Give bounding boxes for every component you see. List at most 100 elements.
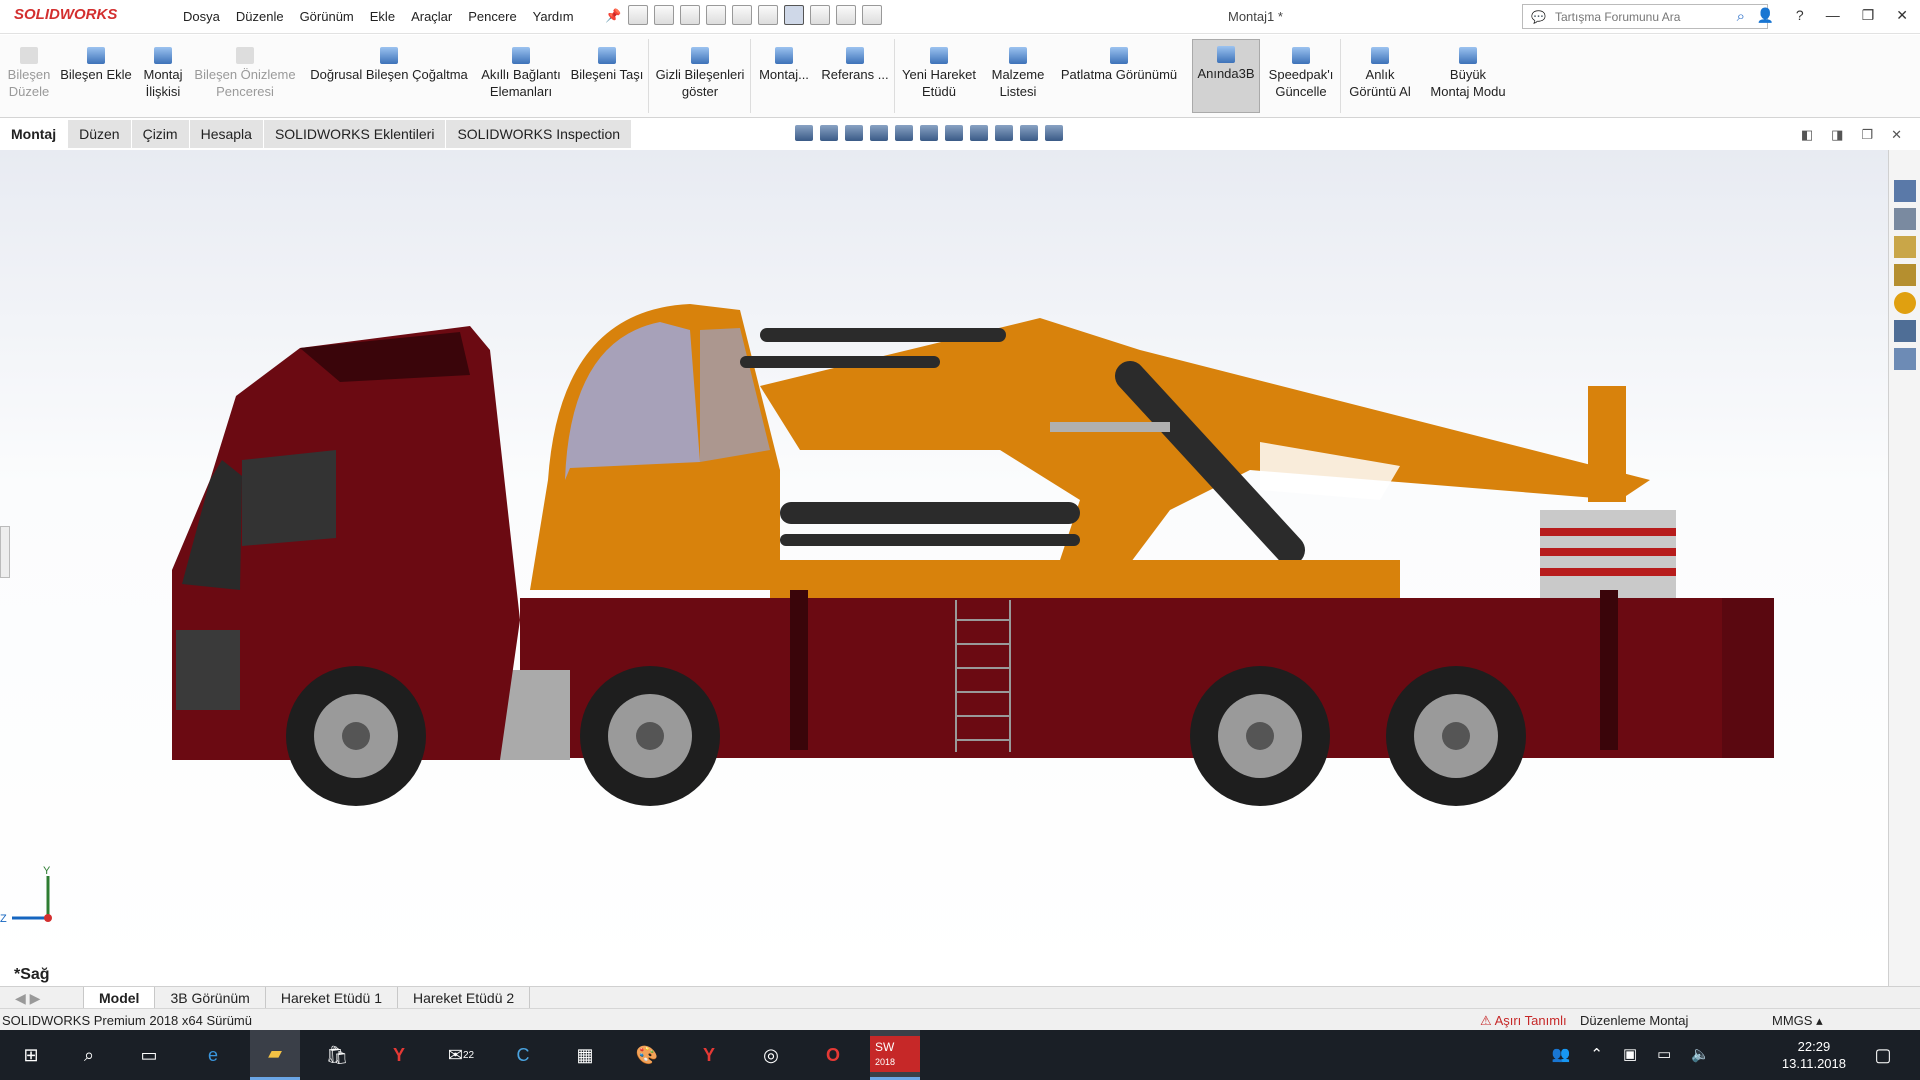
edit-component-button[interactable]: Bileşen Düzele: [6, 47, 52, 100]
design-library-icon[interactable]: [1894, 208, 1916, 230]
calculator-icon[interactable]: ▦: [560, 1030, 610, 1080]
minimize-icon[interactable]: —: [1826, 7, 1840, 24]
solidworks-logo[interactable]: SOLIDWORKS: [14, 6, 117, 23]
print-icon[interactable]: [732, 5, 752, 25]
dynamic-annotation-icon[interactable]: [895, 125, 913, 141]
tab-hesapla[interactable]: Hesapla: [189, 120, 264, 148]
large-assembly-mode-button[interactable]: Büyük Montaj Modu: [1420, 47, 1516, 100]
snapshot-button[interactable]: Anlık Görüntü Al: [1344, 47, 1416, 100]
rebuild-icon[interactable]: [810, 5, 830, 25]
clock[interactable]: 22:29 13.11.2018: [1782, 1038, 1846, 1072]
new-document-icon[interactable]: [654, 5, 674, 25]
pin-icon[interactable]: 📌: [605, 8, 621, 24]
tray-chevron-icon[interactable]: ⌃: [1590, 1045, 1603, 1063]
appearances-icon[interactable]: [1894, 292, 1916, 314]
show-hidden-button[interactable]: Gizli Bileşenleri göster: [652, 47, 748, 100]
battery-icon[interactable]: ▭: [1657, 1045, 1671, 1063]
over-defined-warning[interactable]: ⚠ Aşırı Tanımlı: [1480, 1013, 1567, 1029]
options-gear-icon[interactable]: [862, 5, 882, 25]
display-style-icon[interactable]: [945, 125, 963, 141]
people-icon[interactable]: 👥: [1552, 1045, 1571, 1063]
move-component-button[interactable]: Bileşeni Taşı: [568, 47, 646, 83]
exploded-view-button[interactable]: Patlatma Görünümü: [1056, 47, 1182, 83]
tab-3d-view[interactable]: 3B Görünüm: [155, 987, 266, 1008]
undo-icon[interactable]: [758, 5, 778, 25]
task-view-icon[interactable]: ▭: [124, 1030, 174, 1080]
smart-fasteners-button[interactable]: Akıllı Bağlantı Elemanları: [478, 47, 564, 100]
view-palette-icon[interactable]: [1894, 264, 1916, 286]
antivirus-icon[interactable]: ▣: [1623, 1045, 1637, 1063]
file-explorer-icon[interactable]: [1894, 236, 1916, 258]
mail-icon[interactable]: ✉ 22: [436, 1030, 486, 1080]
yandex-icon[interactable]: Y: [374, 1030, 424, 1080]
notifications-icon[interactable]: ▢: [1858, 1030, 1908, 1080]
previous-view-icon[interactable]: [845, 125, 863, 141]
truck-crane-model[interactable]: Y Z: [0, 150, 1888, 986]
search-taskbar-icon[interactable]: ⌕: [64, 1030, 114, 1080]
start-icon[interactable]: ⊞: [6, 1030, 56, 1080]
graphics-area[interactable]: Y Z: [0, 150, 1888, 986]
file-explorer-taskbar-icon[interactable]: ▰: [250, 1030, 300, 1080]
assembly-button[interactable]: Montaj...: [754, 47, 814, 83]
paint-icon[interactable]: 🎨: [622, 1030, 672, 1080]
zoom-to-fit-icon[interactable]: [795, 125, 813, 141]
unit-system-selector[interactable]: MMGS ▴: [1772, 1013, 1823, 1029]
zoom-area-icon[interactable]: [820, 125, 838, 141]
tab-cizim[interactable]: Çizim: [131, 120, 190, 148]
menu-dosya[interactable]: Dosya: [183, 9, 220, 24]
forum-icon[interactable]: [1894, 348, 1916, 370]
app-icon[interactable]: C: [498, 1030, 548, 1080]
scene-icon[interactable]: [1020, 125, 1038, 141]
menu-araclar[interactable]: Araçlar: [411, 9, 452, 24]
solidworks-taskbar-icon[interactable]: SW 2018: [870, 1030, 920, 1080]
restore-icon[interactable]: ❐: [1862, 7, 1875, 24]
speedpak-button[interactable]: Speedpak'ı Güncelle: [1264, 47, 1338, 100]
tab-motion-study-1[interactable]: Hareket Etüdü 1: [266, 987, 398, 1008]
save-icon[interactable]: [706, 5, 726, 25]
custom-properties-icon[interactable]: [1894, 320, 1916, 342]
home-icon[interactable]: [628, 5, 648, 25]
tab-scroll-arrows[interactable]: ◀ ▶: [0, 987, 84, 1008]
tile-left-icon[interactable]: ◧: [1801, 127, 1813, 143]
tab-montaj[interactable]: Montaj: [0, 120, 69, 148]
user-icon[interactable]: 👤: [1756, 7, 1773, 24]
search-input[interactable]: 💬 Tartışma Forumunu Ara ⌕: [1522, 4, 1768, 29]
menu-duzenle[interactable]: Düzenle: [236, 9, 284, 24]
mate-button[interactable]: Montaj İlişkisi: [138, 47, 188, 100]
select-icon[interactable]: [784, 5, 804, 25]
add-component-button[interactable]: Bileşen Ekle: [58, 47, 134, 83]
open-icon[interactable]: [680, 5, 700, 25]
solidworks-resources-icon[interactable]: [1894, 180, 1916, 202]
doc-close-icon[interactable]: ✕: [1891, 127, 1902, 143]
menu-pencere[interactable]: Pencere: [468, 9, 516, 24]
yandex-browser-icon[interactable]: Y: [684, 1030, 734, 1080]
hide-show-items-icon[interactable]: [970, 125, 988, 141]
left-panel-handle[interactable]: [0, 526, 10, 578]
edge-icon[interactable]: e: [188, 1030, 238, 1080]
tab-inspection[interactable]: SOLIDWORKS Inspection: [446, 120, 633, 148]
opera-icon[interactable]: O: [808, 1030, 858, 1080]
instant3d-button[interactable]: Anında3B: [1192, 39, 1260, 113]
search-icon[interactable]: ⌕: [1737, 8, 1745, 25]
view-orientation-icon[interactable]: [920, 125, 938, 141]
menu-yardim[interactable]: Yardım: [533, 9, 574, 24]
file-properties-icon[interactable]: [836, 5, 856, 25]
section-view-icon[interactable]: [870, 125, 888, 141]
close-icon[interactable]: ✕: [1896, 7, 1908, 24]
tab-eklentiler[interactable]: SOLIDWORKS Eklentileri: [263, 120, 447, 148]
tab-model[interactable]: Model: [84, 987, 156, 1008]
doc-restore-icon[interactable]: ❐: [1861, 127, 1873, 143]
volume-icon[interactable]: 🔈: [1691, 1045, 1710, 1063]
edit-appearance-icon[interactable]: [995, 125, 1013, 141]
preview-window-button[interactable]: Bileşen Önizleme Penceresi: [192, 47, 298, 100]
store-icon[interactable]: 🛍: [312, 1030, 362, 1080]
disc-icon[interactable]: ◎: [746, 1030, 796, 1080]
view-settings-icon[interactable]: [1045, 125, 1063, 141]
tile-right-icon[interactable]: ◨: [1831, 127, 1843, 143]
menu-gorunum[interactable]: Görünüm: [300, 9, 354, 24]
tab-motion-study-2[interactable]: Hareket Etüdü 2: [398, 987, 531, 1008]
bom-button[interactable]: Malzeme Listesi: [984, 47, 1052, 100]
reference-button[interactable]: Referans ...: [818, 47, 892, 83]
new-motion-study-button[interactable]: Yeni Hareket Etüdü: [898, 47, 980, 100]
linear-pattern-button[interactable]: Doğrusal Bileşen Çoğaltma: [304, 47, 474, 83]
